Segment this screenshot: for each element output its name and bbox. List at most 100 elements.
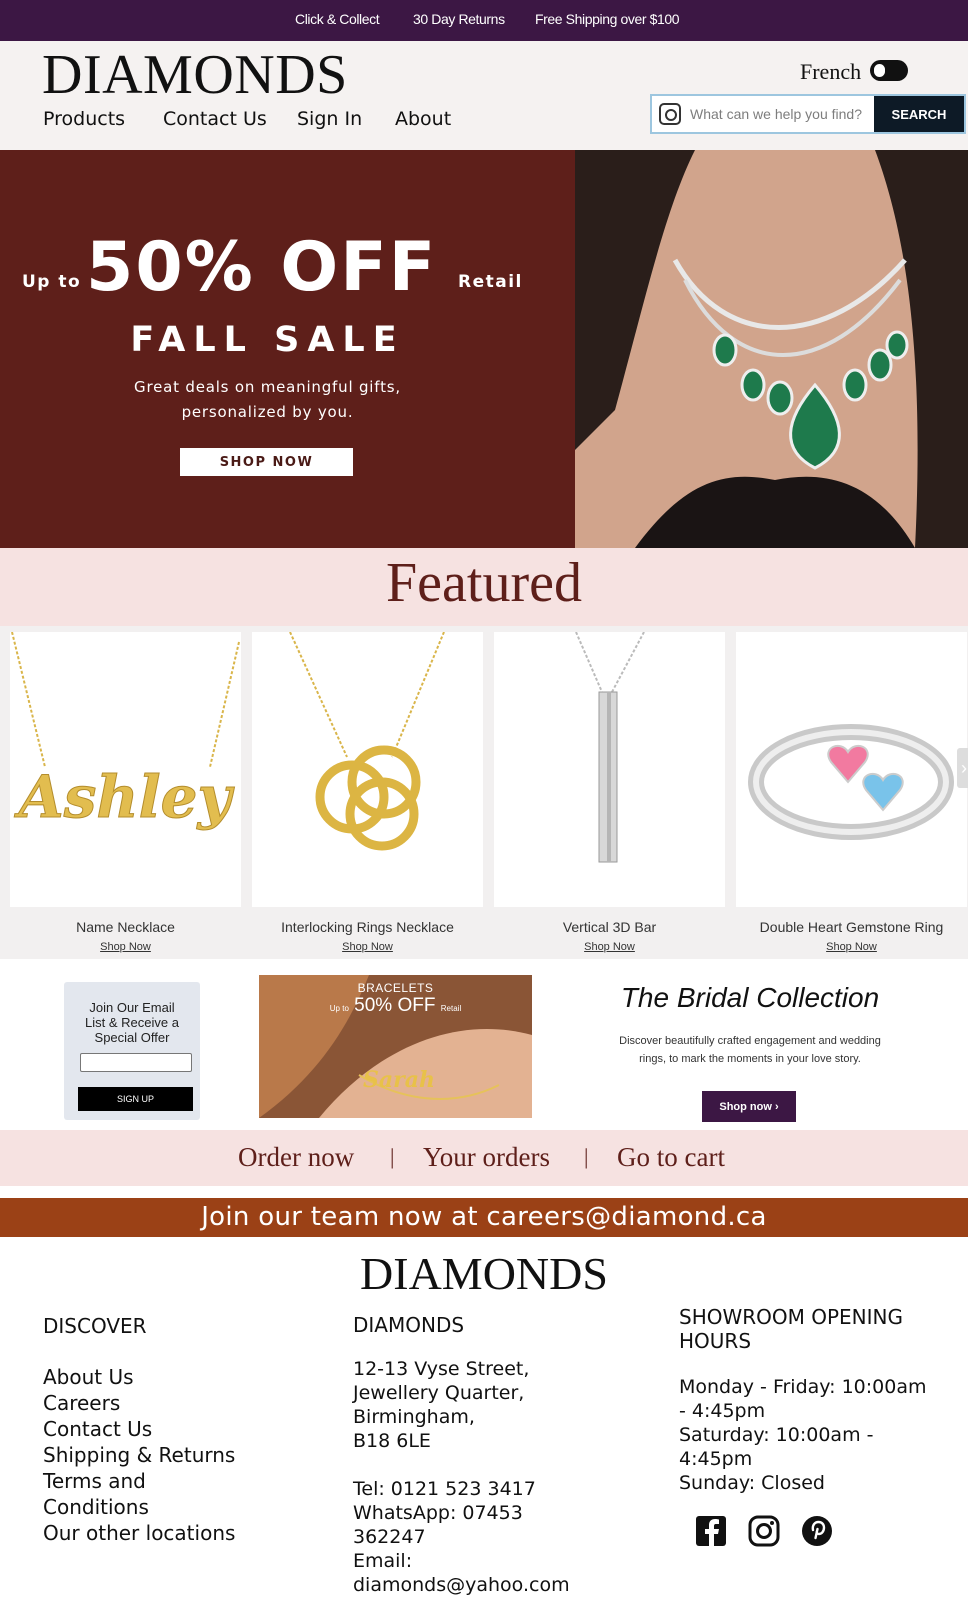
hero-shop-now-button[interactable]: SHOP NOW xyxy=(180,448,353,476)
footer-link-conditions[interactable]: Conditions xyxy=(43,1494,235,1520)
hero-subtitle-line2: personalized by you. xyxy=(181,403,354,421)
separator: | xyxy=(390,1144,395,1169)
separator: | xyxy=(584,1144,589,1169)
heart-ring-image[interactable] xyxy=(736,632,967,907)
footer-link-contact-us[interactable]: Contact Us xyxy=(43,1416,235,1442)
product-card[interactable]: Ashley Name Necklace Shop Now xyxy=(10,632,241,953)
pinterest-icon[interactable] xyxy=(800,1514,834,1548)
hours-line: 4:45pm xyxy=(679,1448,753,1470)
shop-now-link[interactable]: Shop Now xyxy=(10,941,241,953)
bridal-desc-line1: Discover beautifully crafted engagement … xyxy=(619,1035,881,1047)
signup-line2: List & Receive a xyxy=(85,1015,179,1030)
sign-up-button[interactable]: SIGN UP xyxy=(78,1087,193,1111)
hero-banner: Up to 50% OFF Retail FALL SALE Great dea… xyxy=(0,150,575,548)
bridal-shop-now-button[interactable]: Shop now › xyxy=(702,1091,796,1122)
footer-link-careers[interactable]: Careers xyxy=(43,1390,235,1416)
discover-heading: DISCOVER xyxy=(43,1314,147,1338)
footer-address: DIAMONDS 12-13 Vyse Street, Jewellery Qu… xyxy=(353,1313,570,1597)
language-label: French xyxy=(800,59,862,84)
address-line: 12-13 Vyse Street, xyxy=(353,1358,530,1380)
carousel-next-arrow-icon[interactable]: › xyxy=(957,748,968,788)
your-orders-link[interactable]: Your orders xyxy=(423,1142,550,1173)
email-field[interactable] xyxy=(80,1053,192,1072)
site-logo[interactable]: DIAMONDS xyxy=(42,44,348,107)
signup-line1: Join Our Email xyxy=(89,1000,175,1015)
email-label: Email: xyxy=(353,1550,413,1572)
hero-retail: Retail xyxy=(458,272,523,292)
product-name: Double Heart Gemstone Ring xyxy=(759,919,944,935)
footer-hours: SHOWROOM OPENING HOURS Monday - Friday: … xyxy=(679,1305,927,1495)
signup-line3: Special Offer xyxy=(94,1030,170,1045)
order-links-strip: Order now | Your orders | Go to cart xyxy=(0,1130,968,1186)
hero-subtitle: Great deals on meaningful gifts, persona… xyxy=(0,375,535,425)
featured-products: Ashley Name Necklace Shop Now Interlocki… xyxy=(0,626,968,959)
address-heading: DIAMONDS xyxy=(353,1313,465,1337)
camera-search-icon[interactable] xyxy=(659,103,681,125)
bracelets-up-to: Up to xyxy=(329,1004,349,1013)
order-now-link[interactable]: Order now xyxy=(238,1142,354,1173)
hours-line: Monday - Friday: 10:00am xyxy=(679,1376,927,1398)
address-line: Birmingham, xyxy=(353,1406,475,1428)
nav-about[interactable]: About xyxy=(395,108,451,130)
vertical-bar-image[interactable] xyxy=(494,632,725,907)
hours-line: Sunday: Closed xyxy=(679,1472,825,1494)
returns-text: 30 Day Returns xyxy=(413,11,505,27)
facebook-icon[interactable] xyxy=(694,1514,728,1548)
bracelets-offer: Up to 50% OFF Retail xyxy=(259,995,532,1017)
bridal-desc-line2: rings, to mark the moments in your love … xyxy=(639,1053,861,1065)
go-to-cart-link[interactable]: Go to cart xyxy=(617,1142,725,1173)
address-line: Jewellery Quarter, xyxy=(353,1382,525,1404)
footer-link-shipping-returns[interactable]: Shipping & Returns xyxy=(43,1442,235,1468)
footer-discover: DISCOVER About Us Careers Contact Us Shi… xyxy=(43,1314,235,1546)
hero-subtitle-line1: Great deals on meaningful gifts, xyxy=(134,378,401,396)
bracelets-offer-value: 50% OFF xyxy=(354,995,436,1016)
footer-link-about-us[interactable]: About Us xyxy=(43,1364,235,1390)
email-signup-box: Join Our Email List & Receive a Special … xyxy=(64,982,200,1120)
name-necklace-image[interactable]: Ashley xyxy=(10,632,241,907)
careers-banner: Join our team now at careers@diamond.ca xyxy=(0,1198,968,1237)
hero-up-to: Up to xyxy=(22,272,82,292)
product-name: Vertical 3D Bar xyxy=(562,919,657,935)
product-card[interactable]: Interlocking Rings Necklace Shop Now xyxy=(252,632,483,953)
shop-now-link[interactable]: Shop Now xyxy=(252,941,483,953)
site-header: DIAMONDS Products Contact Us Sign In Abo… xyxy=(0,41,968,150)
bracelets-retail: Retail xyxy=(440,1004,462,1013)
signup-text: Join Our Email List & Receive a Special … xyxy=(64,1000,200,1045)
hero-headline: 50% OFF xyxy=(86,228,438,307)
instagram-icon[interactable] xyxy=(747,1514,781,1548)
nav-products[interactable]: Products xyxy=(43,108,125,130)
shipping-text: Free Shipping over $100 xyxy=(535,11,680,27)
bridal-title: The Bridal Collection xyxy=(620,982,880,1013)
footer-link-other-locations[interactable]: Our other locations xyxy=(43,1520,235,1546)
shop-now-link[interactable]: Shop Now xyxy=(494,941,725,953)
product-name: Name Necklace xyxy=(76,919,175,935)
interlocking-rings-image[interactable] xyxy=(252,632,483,907)
nav-sign-in[interactable]: Sign In xyxy=(297,108,362,130)
necklace-model-photo xyxy=(575,150,968,548)
hours-line: Saturday: 10:00am - xyxy=(679,1424,874,1446)
search-input[interactable] xyxy=(688,96,866,132)
click-collect-text: Click & Collect xyxy=(295,11,380,27)
bracelets-promo[interactable]: Sarah BRACELETS Up to 50% OFF Retail xyxy=(259,975,532,1118)
featured-title: Featured xyxy=(386,552,582,614)
search-bar: SEARCH xyxy=(650,94,966,134)
footer-logo[interactable]: DIAMONDS xyxy=(0,1247,968,1300)
address-line: B18 6LE xyxy=(353,1430,431,1452)
product-card[interactable]: Vertical 3D Bar Shop Now xyxy=(494,632,725,953)
careers-text[interactable]: Join our team now at careers@diamond.ca xyxy=(0,1202,968,1232)
product-card[interactable]: Double Heart Gemstone Ring Shop Now xyxy=(736,632,967,953)
whatsapp-number-cont[interactable]: 362247 xyxy=(353,1525,570,1549)
nav-contact-us[interactable]: Contact Us xyxy=(163,108,267,130)
hero-sale-title: FALL SALE xyxy=(130,320,405,360)
footer-link-terms[interactable]: Terms and xyxy=(43,1468,235,1494)
phone-number[interactable]: Tel: 0121 523 3417 xyxy=(353,1477,570,1501)
shop-now-link[interactable]: Shop Now xyxy=(736,941,967,953)
bracelets-title: BRACELETS xyxy=(357,981,434,995)
email-link[interactable]: diamonds@yahoo.com xyxy=(353,1573,570,1597)
product-name: Interlocking Rings Necklace xyxy=(281,919,454,935)
whatsapp-number[interactable]: WhatsApp: 07453 xyxy=(353,1501,570,1525)
language-toggle[interactable] xyxy=(870,60,908,81)
search-button[interactable]: SEARCH xyxy=(874,96,964,132)
promo-topbar: Click & Collect 30 Day Returns Free Ship… xyxy=(0,0,968,41)
hours-heading-cont: HOURS xyxy=(679,1329,752,1353)
